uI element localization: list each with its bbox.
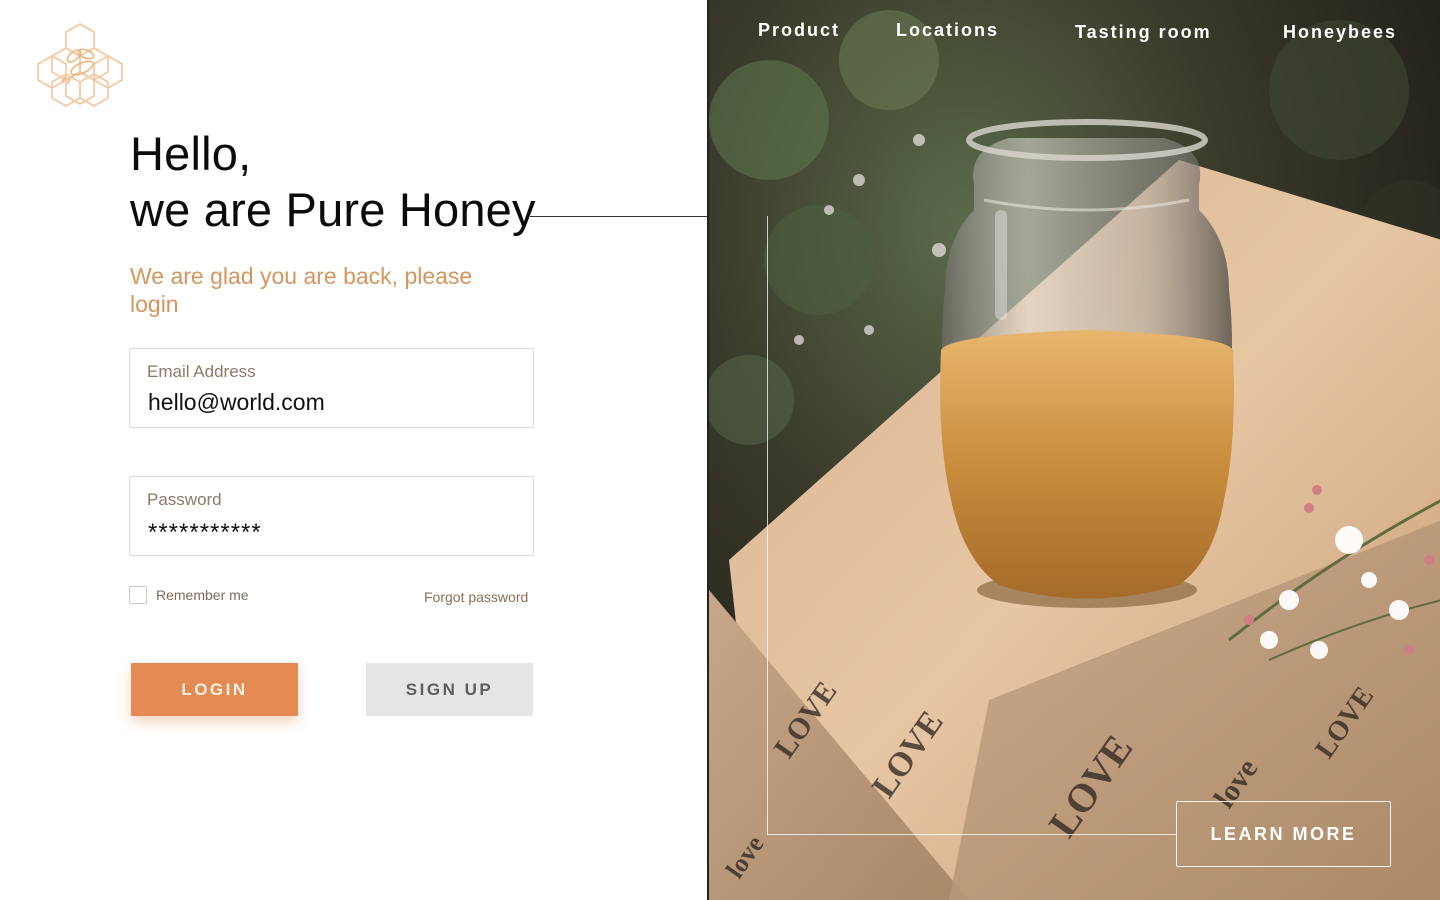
heading-line-2: we are Pure Honey — [130, 183, 536, 236]
login-panel: Hello, we are Pure Honey We are glad you… — [0, 0, 707, 900]
frame-line-horizontal — [767, 834, 1176, 835]
email-field[interactable]: Email Address hello@world.com — [129, 348, 534, 428]
remember-me[interactable]: Remember me — [129, 586, 249, 604]
honey-jar-photo: LOVE LOVE LOVE love LOVE love — [709, 0, 1440, 900]
learn-more-button[interactable]: LEARN MORE — [1176, 801, 1391, 867]
forgot-password-link[interactable]: Forgot password — [424, 589, 528, 605]
nav-item-locations[interactable]: Locations — [896, 20, 999, 41]
remember-me-label: Remember me — [156, 587, 249, 603]
login-button[interactable]: LOGIN — [131, 663, 298, 716]
heading-line-1: Hello, — [130, 127, 252, 180]
hero-photo-panel: LOVE LOVE LOVE love LOVE love Product Lo… — [707, 0, 1440, 900]
honeycomb-bee-logo-icon — [37, 23, 123, 107]
password-field[interactable]: Password *********** — [129, 476, 534, 556]
frame-line-vertical — [767, 216, 768, 835]
nav-item-honeybees[interactable]: Honeybees — [1283, 22, 1397, 43]
remember-me-checkbox[interactable] — [129, 586, 147, 604]
nav-item-product[interactable]: Product — [758, 20, 840, 41]
password-input[interactable]: *********** — [148, 519, 262, 547]
nav-item-tasting-room[interactable]: Tasting room — [1075, 22, 1212, 43]
welcome-subheading: We are glad you are back, please login — [130, 263, 473, 317]
email-input[interactable]: hello@world.com — [148, 389, 325, 416]
page-heading: Hello, we are Pure Honey — [130, 126, 536, 238]
password-label: Password — [147, 490, 222, 509]
top-navigation: Product Locations Tasting room Honeybees — [709, 20, 1440, 50]
email-label: Email Address — [147, 362, 256, 381]
sign-up-button[interactable]: SIGN UP — [366, 663, 533, 716]
